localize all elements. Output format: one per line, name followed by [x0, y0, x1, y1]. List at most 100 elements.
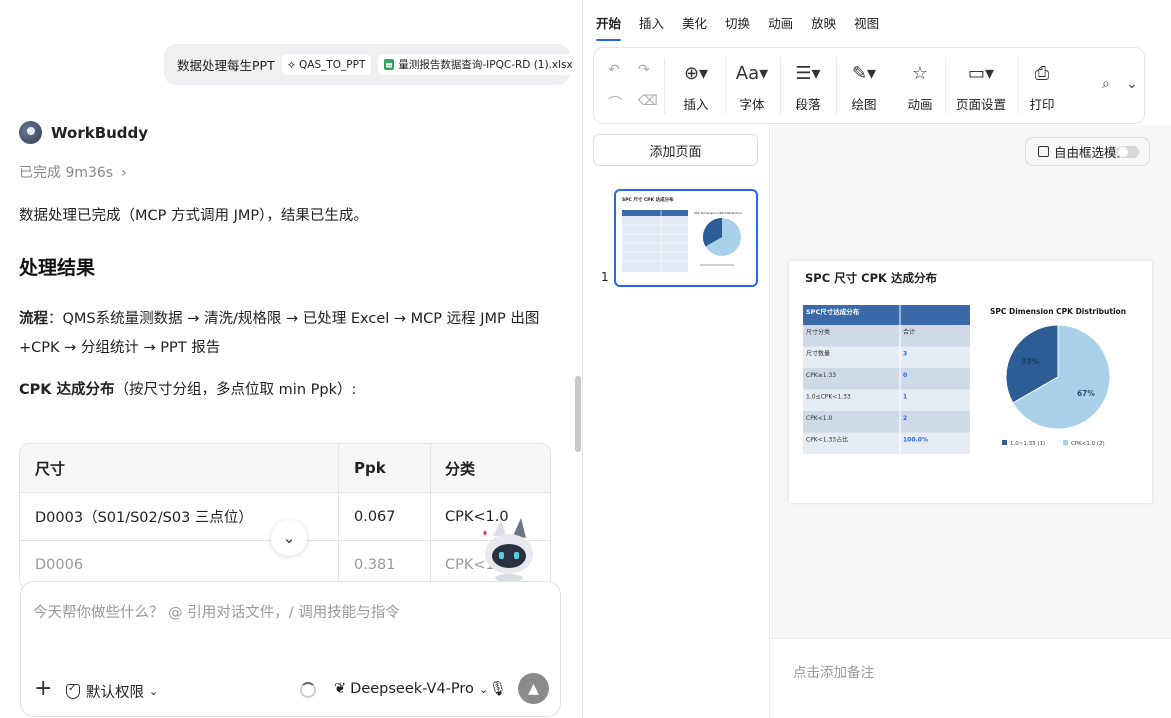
chevron-down-icon: ⌄ — [478, 682, 489, 696]
ribbon-print-label: 打印 — [1029, 97, 1055, 112]
menu-tab-animation[interactable]: 动画 — [768, 13, 793, 32]
notes-placeholder[interactable]: 点击添加备注 — [793, 661, 874, 681]
notes-area[interactable]: 点击添加备注 — [771, 638, 1171, 718]
select-box-icon — [1038, 146, 1049, 157]
slide-table-cell: CPK≥1.33 — [806, 372, 836, 379]
user-message-text: 数据处理每生PPT — [177, 58, 275, 73]
free-select-mode-toggle[interactable]: 自由框选模式 — [1025, 137, 1150, 166]
slide-table-cell: 合计 — [903, 328, 915, 336]
ppt-menu-bar: 开始 插入 美化 切换 动画 放映 视图 — [583, 0, 897, 44]
slide-table-cell: 1.0≤CPK<1.33 — [806, 394, 851, 401]
bot-avatar — [19, 121, 42, 144]
ribbon-font-label: 字体 — [739, 97, 765, 112]
excel-file-icon — [384, 59, 395, 70]
cpk-paragraph: CPK 达成分布（按尺寸分组，多点位取 min Ppk）: — [19, 378, 356, 399]
ribbon-divider — [664, 58, 665, 114]
printer-icon: ⎙ — [1034, 63, 1050, 84]
ppt-editor-pane: 开始 插入 美化 切换 动画 放映 视图 ↶ ↷ ⌒ ⌫ ⊕▾ 插入 Aa▾ 字… — [582, 0, 1171, 718]
flow-label: 流程 — [19, 311, 48, 327]
chevron-right-icon: › — [121, 165, 127, 181]
user-message-bubble: 数据处理每生PPT ⟡ QAS_TO_PPT 量测报告数据查询-IPQC-RD … — [164, 44, 579, 85]
ribbon-paragraph[interactable]: ☰▾ 段落 — [778, 60, 838, 113]
page-setup-icon: ▭▾ — [967, 63, 995, 84]
table-cell: 0.067 — [339, 493, 431, 540]
slide-table-cell: 100.0% — [903, 437, 928, 444]
menu-tab-insert[interactable]: 插入 — [639, 13, 664, 32]
message-composer[interactable]: 今天帮你做些什么？ @ 引用对话文件，/ 调用技能与指令 + 默认权限 ⌄ ❦ … — [20, 581, 561, 717]
robot-cat-mascot-icon[interactable] — [473, 516, 545, 582]
ribbon-draw[interactable]: ✎▾ 绘图 — [834, 60, 894, 113]
scroll-down-button[interactable]: ⌄ — [271, 520, 307, 556]
slide-content: SPC 尺寸 CPK 达成分布 SPC尺寸达成分布尺寸分类 合计尺寸数量 3 CPK≥… — [803, 271, 1126, 454]
file-chip-label: 量测报告数据查询-IPQC-RD (1).xlsx — [398, 59, 573, 71]
menu-tab-view[interactable]: 视图 — [854, 13, 879, 32]
flow-text: ：QMS系统量测数据 → 清洗/规格限 → 已处理 Excel → MCP 远程… — [19, 311, 540, 356]
model-logo-icon: ❦ — [334, 681, 347, 697]
slide-table-cell: 1 — [903, 394, 907, 401]
task-status[interactable]: 已完成 9m36s › — [19, 162, 127, 182]
skill-chip-label: QAS_TO_PPT — [299, 58, 366, 71]
slide-table-cell: 0 — [903, 372, 907, 379]
ribbon-page-setup[interactable]: ▭▾ 页面设置 — [950, 60, 1012, 113]
chat-scrollbar[interactable] — [575, 376, 581, 452]
ribbon-page-setup-label: 页面设置 — [955, 97, 1006, 112]
ribbon-animation[interactable]: ☆ 动画 — [890, 60, 950, 113]
chevron-down-icon: ⌄ — [149, 685, 159, 698]
slide-title: SPC 尺寸 CPK 达成分布 — [805, 271, 937, 285]
toggle-switch[interactable] — [1117, 146, 1139, 158]
menu-tab-slideshow[interactable]: 放映 — [811, 13, 836, 32]
bot-summary: 数据处理已完成（MCP 方式调用 JMP），结果已生成。 — [19, 208, 368, 224]
slide-table-cell: CPK<1.33占比 — [806, 436, 848, 444]
microphone-icon[interactable]: 🎙 — [489, 681, 507, 697]
result-heading: 处理结果 — [19, 257, 96, 279]
slide-table-cell: 尺寸分类 — [806, 328, 830, 336]
search-icon[interactable]: ⌕ — [1102, 76, 1110, 92]
ribbon-paragraph-label: 段落 — [795, 97, 821, 112]
slide-table: SPC尺寸达成分布尺寸分类 合计尺寸数量 3 CPK≥1.33 0 1.0≤CPK<1.3… — [803, 305, 970, 454]
legend-label: 1.0~1.33 (1) — [1010, 441, 1045, 447]
cpk-label: CPK 达成分布 — [19, 382, 115, 398]
add-page-button[interactable]: 添加页面 — [593, 134, 758, 166]
result-table: 尺寸 Ppk 分类 D0003（S01/S02/S03 三点位） 0.067 C… — [19, 443, 551, 589]
slide-table-cell: 3 — [903, 351, 907, 358]
send-button[interactable]: ▲ — [518, 673, 549, 704]
svg-text:SPC Dimension CPK Distribution: SPC Dimension CPK Distribution — [694, 211, 742, 215]
slide[interactable]: SPC 尺寸 CPK 达成分布 SPC尺寸达成分布 尺寸分类 合计 尺寸数量 3 CPK≥… — [789, 261, 1152, 503]
undo-icon[interactable]: ↶ — [608, 62, 620, 78]
draw-icon: ✎▾ — [851, 63, 877, 84]
arrow-up-icon: ▲ — [528, 680, 539, 697]
skill-chip[interactable]: ⟡ QAS_TO_PPT — [281, 54, 372, 75]
redo-icon[interactable]: ↷ — [638, 62, 650, 78]
permission-dropdown[interactable]: 默认权限 ⌄ — [66, 681, 158, 702]
menu-tab-beautify[interactable]: 美化 — [682, 13, 707, 32]
bot-header: WorkBuddy — [19, 121, 148, 144]
skill-icon: ⟡ — [287, 57, 295, 71]
model-selector[interactable]: ❦ Deepseek-V4-Pro ⌄ — [334, 681, 488, 697]
star-icon: ☆ — [911, 63, 929, 84]
chevron-down-icon[interactable]: ⌄ — [1126, 76, 1138, 92]
bot-name: WorkBuddy — [51, 123, 149, 142]
slide-table-cell: 2 — [903, 415, 907, 422]
file-chip[interactable]: 量测报告数据查询-IPQC-RD (1).xlsx — [378, 54, 579, 75]
ribbon-insert[interactable]: ⊕▾ 插入 — [666, 60, 726, 113]
legend-swatch — [1002, 440, 1007, 445]
ribbon-font[interactable]: Aa▾ 字体 — [722, 60, 782, 113]
composer-input[interactable]: 今天帮你做些什么？ @ 引用对话文件，/ 调用技能与指令 — [33, 601, 400, 622]
header-cell-ppk: Ppk — [339, 444, 431, 492]
format-painter-icon[interactable]: ⌒ — [608, 93, 622, 113]
slide-thumbnail[interactable]: SPC 尺寸 CPK 达成分布 SPC Dimension CPK Distri… — [614, 189, 758, 287]
eraser-icon[interactable]: ⌫ — [638, 93, 658, 109]
model-label: Deepseek-V4-Pro — [350, 681, 474, 697]
menu-tab-start[interactable]: 开始 — [596, 13, 622, 41]
slide-table-header-label: SPC尺寸达成分布 — [806, 307, 860, 316]
table-header-row: 尺寸 Ppk 分类 — [20, 444, 550, 492]
task-status-text: 已完成 9m36s — [19, 165, 114, 181]
chevron-down-icon: ⌄ — [282, 529, 296, 547]
paragraph-icon: ☰▾ — [795, 63, 821, 84]
menu-tab-transition[interactable]: 切换 — [725, 13, 750, 32]
plus-circle-icon: ⊕▾ — [683, 63, 709, 84]
font-icon: Aa▾ — [735, 63, 769, 84]
ribbon-print[interactable]: ⎙ 打印 — [1012, 60, 1072, 113]
attach-plus-button[interactable]: + — [34, 678, 52, 700]
pie-slice-label: 67% — [1077, 389, 1095, 398]
